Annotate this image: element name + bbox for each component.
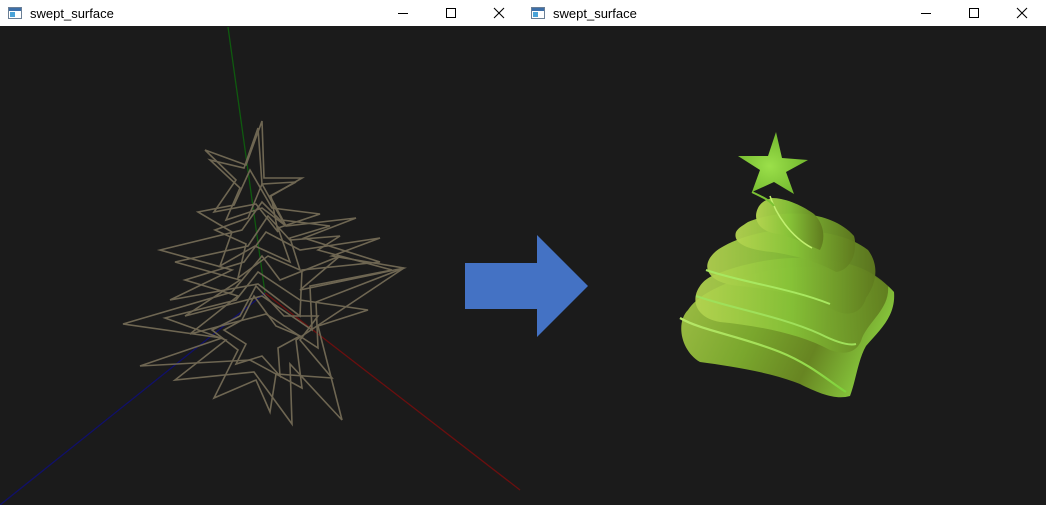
surface-canvas [679,132,895,398]
title-bar[interactable]: swept_surface [0,0,523,26]
3d-viewport-wireframe[interactable] [0,26,523,505]
right-window: swept_surface [523,0,1046,505]
maximize-button[interactable] [950,0,998,26]
star-topper [738,132,808,194]
minimize-button[interactable] [379,0,427,26]
minimize-button[interactable] [902,0,950,26]
left-window: swept_surface [0,0,523,505]
3d-viewport-surface[interactable] [523,26,1046,505]
maximize-icon [969,8,979,18]
wireframe-profiles [122,120,408,427]
close-icon [1016,7,1028,19]
window-title: swept_surface [30,5,114,21]
minimize-icon [921,13,931,14]
app-window-icon [7,5,23,21]
maximize-icon [446,8,456,18]
title-bar[interactable]: swept_surface [523,0,1046,26]
window-title: swept_surface [553,5,637,21]
star-profile [207,127,297,227]
close-button[interactable] [998,0,1046,26]
close-button[interactable] [475,0,523,26]
minimize-icon [398,13,408,14]
right-arrow-icon [465,235,588,337]
swept-surface-tree [679,132,895,398]
maximize-button[interactable] [427,0,475,26]
wireframe-canvas [0,26,521,505]
star-profile [212,182,331,280]
close-icon [493,7,505,19]
app-window-icon [530,5,546,21]
